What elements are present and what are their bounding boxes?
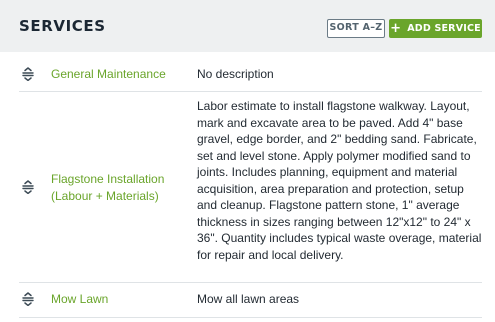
service-name[interactable]: General Maintenance (51, 66, 191, 83)
service-description: Labor estimate to install flagstone walk… (197, 99, 482, 262)
row-divider (19, 317, 482, 318)
drag-handle-icon[interactable] (21, 292, 35, 306)
drag-handle-icon[interactable] (21, 180, 35, 194)
add-service-label: ADD SERVICE (407, 23, 481, 34)
service-name[interactable]: Flagstone Installation (Labour + Materia… (51, 171, 191, 204)
row-divider (19, 91, 482, 92)
plus-icon: + (390, 20, 402, 36)
services-panel: SERVICES SORT A–Z + ADD SERVICE General … (0, 0, 495, 322)
services-header: SERVICES SORT A–Z + ADD SERVICE (0, 0, 495, 52)
service-description: No description (197, 67, 274, 81)
add-service-button[interactable]: + ADD SERVICE (389, 19, 482, 38)
service-description: Mow all lawn areas (197, 292, 300, 306)
service-name[interactable]: Mow Lawn (51, 291, 191, 308)
sort-az-button[interactable]: SORT A–Z (327, 19, 385, 38)
drag-handle-icon[interactable] (21, 67, 35, 81)
row-divider (19, 282, 482, 283)
section-title: SERVICES (19, 17, 106, 35)
